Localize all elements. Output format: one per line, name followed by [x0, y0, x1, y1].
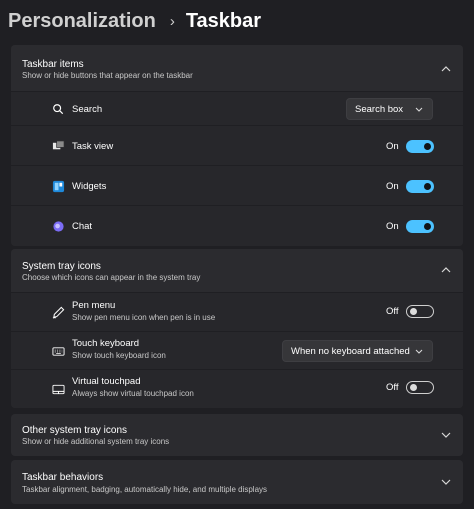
section-title: Taskbar items: [22, 59, 84, 70]
setting-row-task-view: Task view On: [11, 126, 463, 166]
chevron-down-icon[interactable]: [439, 475, 453, 489]
taskbar-behaviors-card[interactable]: Taskbar behaviors Taskbar alignment, bad…: [11, 460, 463, 504]
task-view-icon: [51, 139, 65, 153]
section-description: Show or hide buttons that appear on the …: [22, 71, 193, 80]
virtual-touchpad-toggle[interactable]: [406, 381, 434, 394]
dropdown-value: Search box: [355, 103, 404, 115]
section-description: Show or hide additional system tray icon…: [22, 437, 170, 446]
setting-row-touch-keyboard: Touch keyboard Show touch keyboard icon …: [11, 332, 463, 370]
chevron-up-icon[interactable]: [439, 62, 453, 76]
setting-row-pen-menu: Pen menu Show pen menu icon when pen is …: [11, 293, 463, 332]
section-title: System tray icons: [22, 261, 101, 272]
chat-icon: [51, 219, 65, 233]
section-title: Taskbar behaviors: [22, 472, 104, 483]
task-view-toggle[interactable]: [406, 140, 434, 153]
chevron-right-icon: ›: [169, 12, 175, 30]
setting-row-search: Search Search box: [11, 92, 463, 126]
section-description: Choose which icons can appear in the sys…: [22, 273, 201, 282]
section-title: Other system tray icons: [22, 425, 128, 436]
keyboard-icon: [51, 344, 65, 358]
toggle-state-label: Off: [386, 306, 399, 317]
setting-label: Pen menu: [72, 300, 116, 311]
toggle-state-label: Off: [386, 382, 399, 393]
setting-label: Chat: [72, 221, 93, 232]
touch-keyboard-dropdown[interactable]: When no keyboard attached: [282, 340, 433, 362]
widgets-icon: [51, 179, 65, 193]
toggle-state-label: On: [386, 141, 399, 152]
breadcrumb-parent[interactable]: Personalization: [8, 10, 156, 33]
touchpad-icon: [51, 382, 65, 396]
setting-row-virtual-touchpad: Virtual touchpad Always show virtual tou…: [11, 370, 463, 408]
page-title: Taskbar: [185, 9, 262, 32]
setting-description: Always show virtual touchpad icon: [72, 389, 194, 398]
chat-toggle[interactable]: [406, 220, 434, 233]
pen-icon: [51, 305, 65, 319]
breadcrumb: Personalization › Taskbar: [8, 6, 261, 36]
setting-label: Virtual touchpad: [72, 376, 141, 387]
system-tray-card: System tray icons Choose which icons can…: [11, 249, 463, 408]
search-icon: [51, 102, 65, 116]
taskbar-items-header[interactable]: Taskbar items Show or hide buttons that …: [11, 45, 463, 92]
setting-label: Touch keyboard: [72, 338, 140, 349]
section-description: Taskbar alignment, badging, automaticall…: [22, 485, 268, 494]
chevron-down-icon: [415, 107, 423, 112]
setting-description: Show touch keyboard icon: [72, 351, 166, 360]
chevron-down-icon: [415, 349, 423, 354]
setting-description: Show pen menu icon when pen is in use: [72, 313, 216, 322]
system-tray-header[interactable]: System tray icons Choose which icons can…: [11, 249, 463, 293]
pen-menu-toggle[interactable]: [406, 305, 434, 318]
setting-row-chat: Chat On: [11, 206, 463, 246]
toggle-state-label: On: [386, 181, 399, 192]
other-tray-card[interactable]: Other system tray icons Show or hide add…: [11, 414, 463, 456]
setting-row-widgets: Widgets On: [11, 166, 463, 206]
widgets-toggle[interactable]: [406, 180, 434, 193]
setting-label: Search: [72, 104, 103, 115]
setting-label: Widgets: [72, 181, 107, 192]
search-dropdown[interactable]: Search box: [346, 98, 433, 120]
chevron-up-icon[interactable]: [439, 263, 453, 277]
chevron-down-icon[interactable]: [439, 428, 453, 442]
taskbar-items-card: Taskbar items Show or hide buttons that …: [11, 45, 463, 246]
toggle-state-label: On: [386, 221, 399, 232]
dropdown-value: When no keyboard attached: [291, 345, 410, 357]
setting-label: Task view: [72, 141, 114, 152]
